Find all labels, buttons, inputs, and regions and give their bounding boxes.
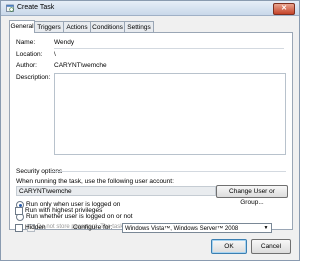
configure-for-select[interactable]: Windows Vista™, Windows Server™ 2008 ▼	[122, 223, 272, 233]
radio-run-whether-logged-on-label: Run whether user is logged on or not	[26, 213, 133, 220]
name-label: Name:	[16, 39, 36, 46]
name-field[interactable]: Wendy	[54, 39, 74, 46]
location-value: \	[54, 51, 56, 58]
tab-settings-label: Settings	[127, 24, 151, 31]
hidden-checkbox[interactable]	[15, 224, 23, 232]
description-textarea[interactable]	[54, 73, 286, 155]
general-panel: Name: Wendy Location: \ Author: CARYNT\w…	[9, 32, 293, 232]
close-icon: ✕	[281, 5, 287, 12]
tab-triggers-label: Triggers	[37, 24, 61, 31]
close-button[interactable]: ✕	[273, 3, 295, 15]
tab-conditions-label: Conditions	[92, 24, 123, 31]
configure-for-label: Configure for:	[73, 224, 113, 231]
tab-general-label: General	[10, 23, 34, 30]
description-label: Description:	[16, 74, 51, 81]
title-bar[interactable]: Create Task ✕	[1, 1, 299, 16]
author-label: Author:	[16, 62, 37, 69]
tab-actions-label: Actions	[66, 24, 88, 31]
highest-privileges-checkbox[interactable]	[15, 207, 23, 215]
user-account-field: CARYNT\wemche	[16, 186, 216, 196]
ok-button[interactable]: OK	[211, 239, 247, 254]
tab-general[interactable]: General	[9, 20, 35, 33]
account-prompt: When running the task, use the following…	[16, 178, 174, 185]
create-task-window: Create Task ✕ General Triggers Actions C…	[0, 0, 300, 261]
highest-privileges-label: Run with highest privileges	[25, 207, 103, 214]
name-underline	[54, 48, 284, 49]
cancel-button[interactable]: Cancel	[251, 239, 291, 254]
chevron-down-icon: ▼	[263, 225, 269, 231]
hidden-label: Hidden	[25, 224, 46, 231]
window-title: Create Task	[17, 4, 55, 11]
task-scheduler-icon	[6, 4, 14, 12]
change-user-button[interactable]: Change User or Group...	[216, 185, 288, 206]
location-label: Location:	[16, 51, 43, 58]
author-value: CARYNT\wemche	[54, 62, 107, 69]
configure-for-value: Windows Vista™, Windows Server™ 2008	[125, 226, 239, 232]
security-options-divider	[50, 171, 286, 172]
